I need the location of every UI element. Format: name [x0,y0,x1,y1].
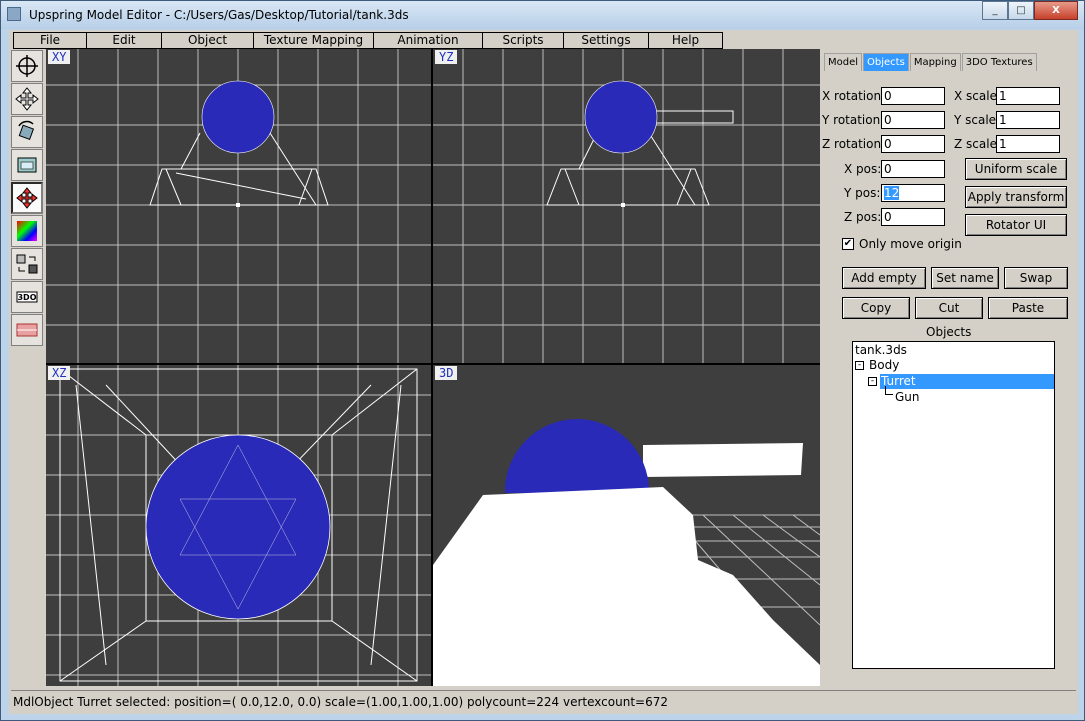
paste-button[interactable]: Paste [988,297,1068,319]
only-move-origin-checkbox[interactable]: ✔ [842,238,854,250]
client-area: File Edit Object Texture Mapping Animati… [9,30,1078,714]
menu-help[interactable]: Help [648,32,723,49]
apply-transform-button[interactable]: Apply transform [965,186,1067,208]
window-controls: _ □ X [982,1,1078,21]
rotator-ui-button[interactable]: Rotator UI [965,214,1067,236]
3do-tool-icon[interactable]: 3DO [11,281,43,313]
origin-tool-icon[interactable] [11,182,43,214]
menu-bar: File Edit Object Texture Mapping Animati… [13,32,723,49]
side-panel: Model Objects Mapping 3DO Textures X rot… [820,49,1078,686]
texture-swap-icon[interactable] [11,248,43,280]
uniform-scale-button[interactable]: Uniform scale [965,158,1067,180]
maximize-button[interactable]: □ [1008,1,1034,20]
tree-connector [885,386,893,395]
texture-tool-icon[interactable] [11,149,43,181]
y-rotation-field[interactable]: 0 [881,111,945,129]
y-pos-field[interactable]: 12 [881,184,945,202]
y-pos-label: Y pos: [844,186,881,200]
y-scale-label: Y scale [954,113,997,127]
app-window: Upspring Model Editor - C:/Users/Gas/Des… [0,0,1085,721]
tab-model[interactable]: Model [824,53,863,71]
tree-item-gun[interactable]: Gun [895,390,920,405]
menu-object[interactable]: Object [161,32,253,49]
menu-edit[interactable]: Edit [86,32,161,49]
tree-item-root[interactable]: tank.3ds [855,343,907,358]
camera-tool-icon[interactable] [11,50,43,82]
x-rotation-field[interactable]: 0 [881,87,945,105]
tree-item-body[interactable]: Body [869,358,899,373]
panel-tabs: Model Objects Mapping 3DO Textures [824,53,1038,71]
window-title: Upspring Model Editor - C:/Users/Gas/Des… [29,8,409,22]
menu-animation[interactable]: Animation [373,32,482,49]
x-pos-label: X pos: [844,162,882,176]
close-button[interactable]: X [1034,1,1078,20]
z-pos-field[interactable]: 0 [881,208,945,226]
tree-item-turret[interactable]: Turret [880,374,1054,389]
rotate-tool-icon[interactable] [11,116,43,148]
status-bar: MdlObject Turret selected: position=( 0.… [11,690,1076,712]
viewport-xz-grid [46,365,431,686]
viewport-yz[interactable]: YZ [433,49,820,363]
viewport-xy-label: XY [48,50,71,64]
viewport-xz[interactable]: XZ [46,365,431,686]
viewport-xz-label: XZ [48,366,71,380]
viewport-yz-grid [433,49,820,363]
y-scale-field[interactable]: 1 [996,111,1060,129]
swap-button[interactable]: Swap [1004,267,1068,289]
tab-objects[interactable]: Objects [863,53,909,71]
set-name-button[interactable]: Set name [931,267,999,289]
title-bar[interactable]: Upspring Model Editor - C:/Users/Gas/Des… [1,1,1084,29]
viewport-3d[interactable]: 3D [433,365,820,686]
texture-flip-icon[interactable] [11,314,43,346]
z-scale-label: Z scale [954,137,997,151]
cut-button[interactable]: Cut [915,297,983,319]
menu-settings[interactable]: Settings [563,32,648,49]
z-scale-field[interactable]: 1 [996,135,1060,153]
viewport-xy[interactable]: XY [46,49,431,363]
z-rotation-field[interactable]: 0 [881,135,945,153]
viewport-xy-grid [46,49,431,363]
viewport-3d-label: 3D [435,366,458,380]
collapse-body-icon[interactable]: - [855,361,864,370]
objects-heading: Objects [926,325,972,339]
z-rotation-label: Z rotation: [822,137,886,151]
svg-text:3DO: 3DO [17,293,36,302]
color-tool-icon[interactable] [11,215,43,247]
x-scale-field[interactable]: 1 [996,87,1060,105]
viewport-yz-label: YZ [435,50,458,64]
menu-file[interactable]: File [13,32,86,49]
viewport-area: XY YZ XZ 3D [46,49,820,686]
app-icon [7,7,21,21]
copy-button[interactable]: Copy [842,297,910,319]
z-pos-label: Z pos: [844,210,882,224]
tab-mapping[interactable]: Mapping [909,53,961,71]
viewport-3d-scene [433,419,820,686]
menu-texture-mapping[interactable]: Texture Mapping [253,32,373,49]
minimize-button[interactable]: _ [982,1,1008,20]
object-tree[interactable]: tank.3ds - Body - Turret Gun [852,341,1055,669]
only-move-origin-label: Only move origin [859,237,962,251]
menu-scripts[interactable]: Scripts [482,32,563,49]
toolbox: 3DO [11,50,45,360]
collapse-turret-icon[interactable]: - [868,377,877,386]
x-scale-label: X scale [954,89,997,103]
y-rotation-label: Y rotation: [822,113,885,127]
y-pos-value: 12 [884,186,900,200]
x-pos-field[interactable]: 0 [881,160,945,178]
add-empty-button[interactable]: Add empty [842,267,926,289]
move-tool-icon[interactable] [11,83,43,115]
x-rotation-label: X rotation: [822,89,886,103]
tab-3do-textures[interactable]: 3DO Textures [961,53,1037,71]
